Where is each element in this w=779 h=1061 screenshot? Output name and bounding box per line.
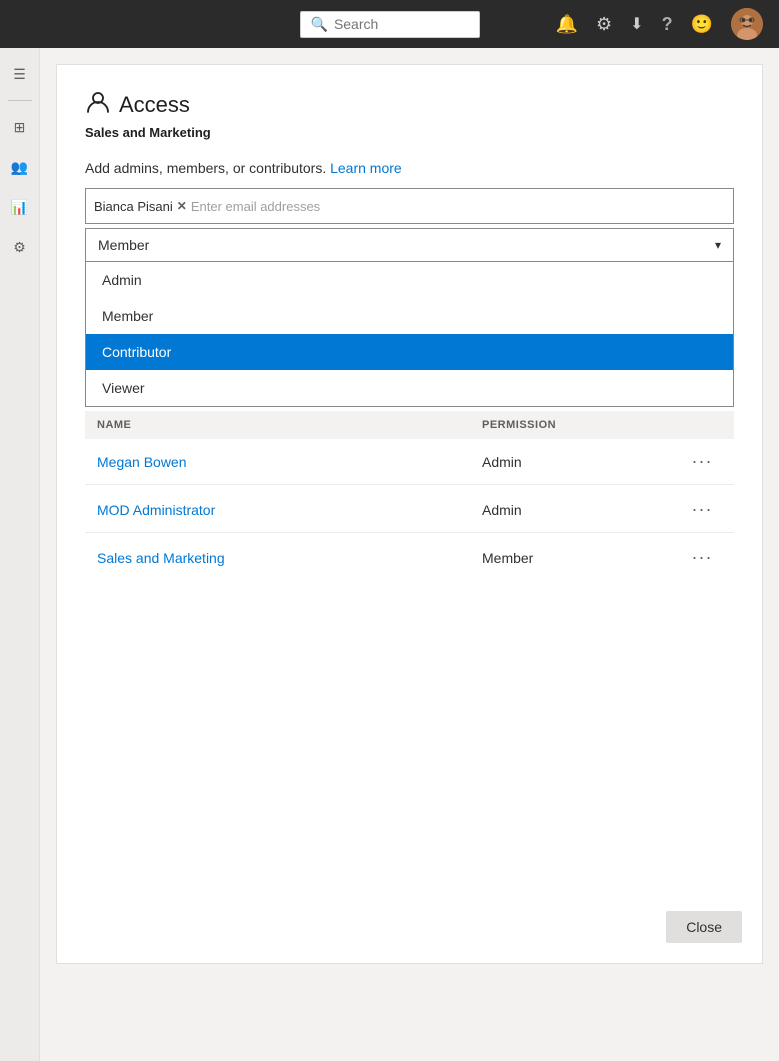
table-header: NAME PERMISSION [85, 411, 734, 439]
sidebar-item-menu[interactable]: ☰ [2, 56, 38, 92]
sidebar-item-people[interactable]: 👥 [2, 149, 38, 185]
search-box[interactable]: 🔍 [300, 11, 480, 38]
table-header-actions [682, 419, 722, 431]
email-input-placeholder[interactable]: Enter email addresses [191, 199, 725, 214]
close-button[interactable]: Close [666, 911, 742, 943]
sidebar-item-settings[interactable]: ⚙ [2, 229, 38, 265]
table-row: Sales and Marketing Member ··· [85, 535, 734, 580]
access-panel: Access Sales and Marketing Add admins, m… [56, 64, 763, 964]
role-dropdown-value: Member [98, 237, 149, 253]
role-dropdown[interactable]: Member ▾ [85, 228, 734, 262]
dropdown-chevron-icon: ▾ [715, 238, 721, 252]
feedback-icon[interactable]: 🙂 [691, 14, 713, 35]
table-row: MOD Administrator Admin ··· [85, 487, 734, 533]
member-name-2[interactable]: Sales and Marketing [97, 550, 482, 566]
member-more-1[interactable]: ··· [682, 499, 722, 520]
access-subtitle: Sales and Marketing [85, 125, 734, 140]
sidebar-item-home[interactable]: ⊞ [2, 109, 38, 145]
search-icon: 🔍 [311, 16, 328, 33]
member-more-2[interactable]: ··· [682, 547, 722, 568]
sidebar-divider [8, 100, 32, 101]
member-permission-1: Admin [482, 502, 682, 518]
email-tag-remove[interactable]: ✕ [177, 199, 187, 213]
learn-more-link[interactable]: Learn more [330, 160, 402, 176]
members-table: NAME PERMISSION Megan Bowen Admin ··· MO… [85, 411, 734, 580]
add-description: Add admins, members, or contributors. Le… [85, 160, 734, 176]
access-person-icon [85, 89, 111, 121]
access-header: Access [85, 89, 734, 121]
member-permission-2: Member [482, 550, 682, 566]
avatar-image [731, 8, 763, 40]
table-row: Megan Bowen Admin ··· [85, 439, 734, 485]
dropdown-menu: Admin Member Contributor Viewer [85, 261, 734, 407]
table-header-name: NAME [97, 419, 482, 431]
search-input[interactable] [334, 16, 464, 32]
dropdown-option-viewer[interactable]: Viewer [86, 370, 733, 406]
topbar: 🔍 🔔 ⚙ ⬇ ? 🙂 [0, 0, 779, 48]
content-panel: Access Sales and Marketing Add admins, m… [40, 48, 779, 1061]
table-header-permission: PERMISSION [482, 419, 682, 431]
member-permission-0: Admin [482, 454, 682, 470]
email-input-container[interactable]: Bianca Pisani ✕ Enter email addresses [85, 188, 734, 224]
dropdown-option-member[interactable]: Member [86, 298, 733, 334]
notification-icon[interactable]: 🔔 [556, 14, 578, 35]
close-button-container: Close [666, 911, 742, 943]
download-icon[interactable]: ⬇ [630, 14, 643, 34]
email-tag: Bianca Pisani ✕ [94, 199, 187, 214]
topbar-icons: 🔔 ⚙ ⬇ ? 🙂 [556, 8, 763, 40]
settings-icon[interactable]: ⚙ [596, 14, 612, 35]
dropdown-option-contributor[interactable]: Contributor [86, 334, 733, 370]
email-tag-name: Bianca Pisani [94, 199, 173, 214]
avatar[interactable] [731, 8, 763, 40]
main-area: ☰ ⊞ 👥 📊 ⚙ Access Sales and Marketing [0, 48, 779, 1061]
member-name-1[interactable]: MOD Administrator [97, 502, 482, 518]
help-icon[interactable]: ? [662, 14, 673, 35]
sidebar-item-chart[interactable]: 📊 [2, 189, 38, 225]
member-name-0[interactable]: Megan Bowen [97, 454, 482, 470]
member-more-0[interactable]: ··· [682, 451, 722, 472]
sidebar-strip: ☰ ⊞ 👥 📊 ⚙ [0, 48, 40, 1061]
dropdown-option-admin[interactable]: Admin [86, 262, 733, 298]
access-title: Access [119, 92, 190, 118]
